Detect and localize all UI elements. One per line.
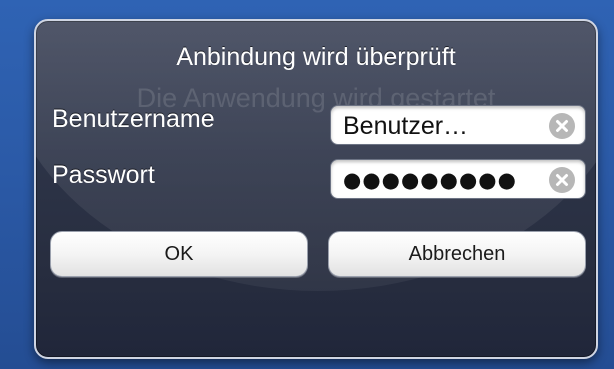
username-value: Benutzer… [343,112,469,140]
ok-button[interactable]: OK [50,231,308,277]
clear-username-icon[interactable] [549,113,575,139]
username-label: Benutzername [52,105,215,133]
clear-password-icon[interactable] [549,167,575,193]
username-field[interactable]: Benutzer… [330,105,586,145]
password-label: Passwort [52,161,155,189]
login-alert-dialog: Die Anwendung wird gestartet Anbindung w… [34,19,598,359]
password-value: ●●●●●●●●● [343,168,517,192]
password-field[interactable]: ●●●●●●●●● [330,159,586,199]
cancel-button[interactable]: Abbrechen [328,231,586,277]
dialog-title: Anbindung wird überprüft [176,43,456,71]
